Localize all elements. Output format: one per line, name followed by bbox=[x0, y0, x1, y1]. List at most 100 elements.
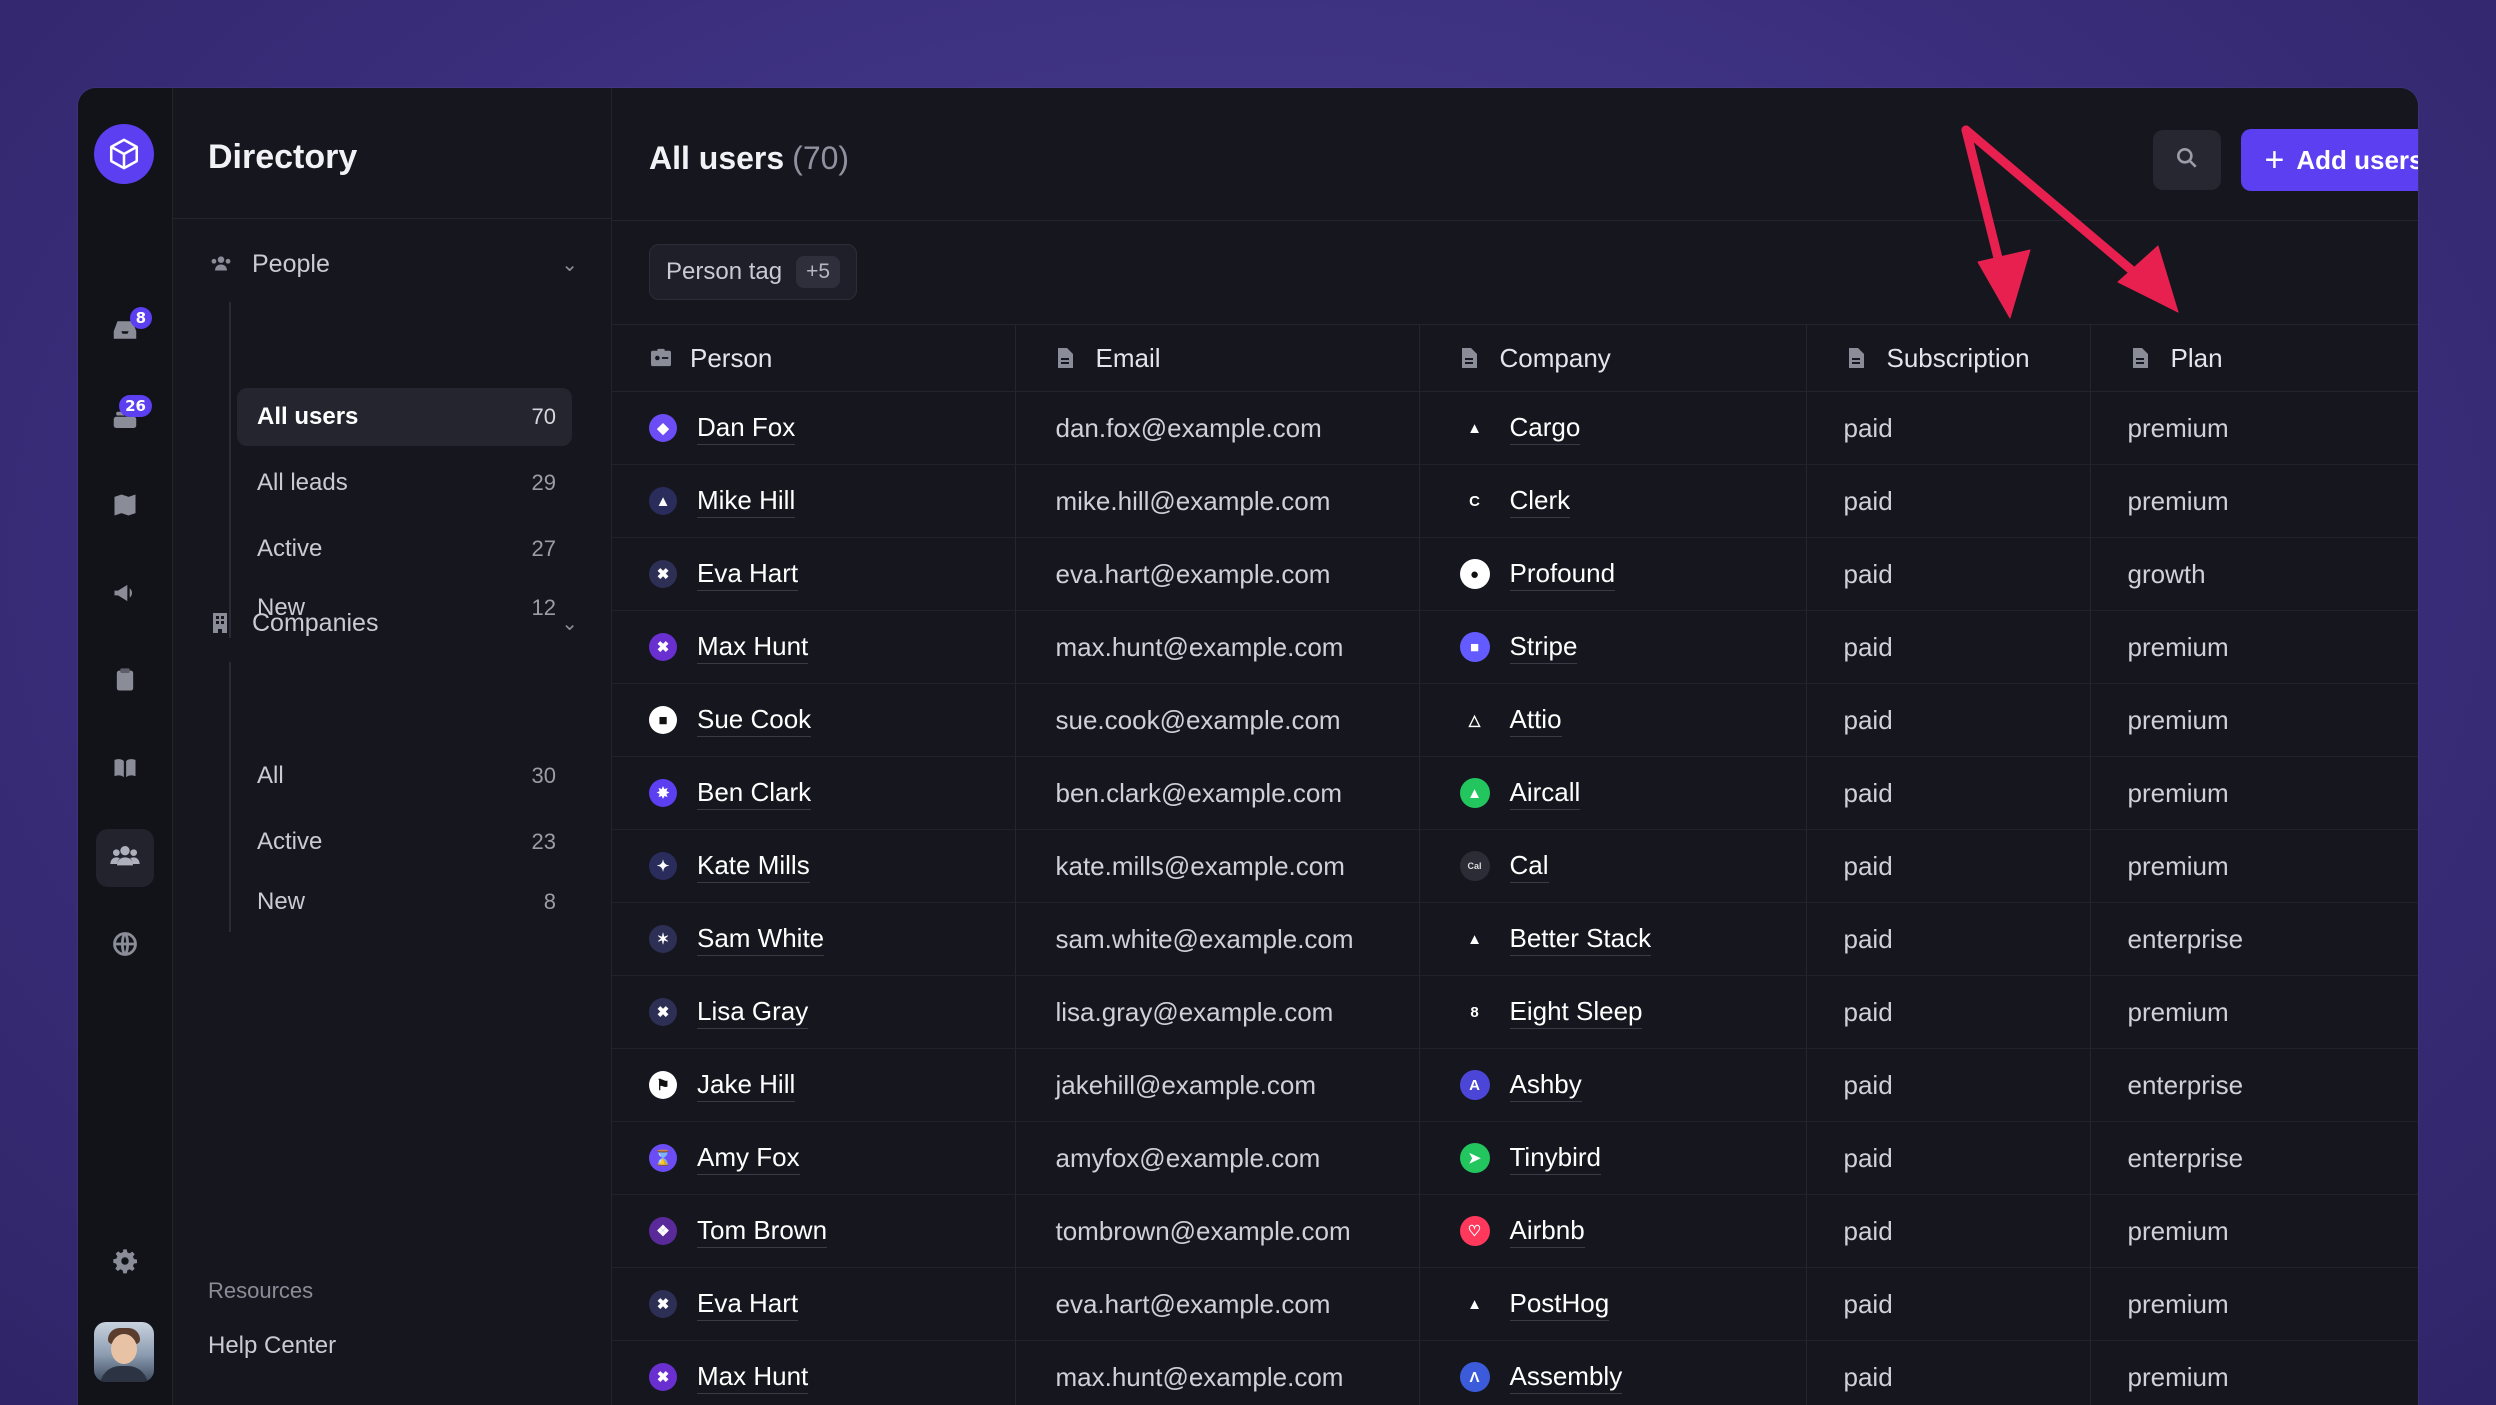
table-row[interactable]: ✖ Max Hunt max.hunt@example.com Λ Assembly pa… bbox=[612, 1340, 2418, 1405]
cell-company[interactable]: A Ashby bbox=[1419, 1048, 1807, 1122]
cell-person[interactable]: ▲ Mike Hill bbox=[612, 464, 1016, 538]
avatar[interactable] bbox=[94, 1322, 154, 1382]
chevron-down-icon[interactable]: ⌄ bbox=[561, 611, 578, 636]
cell-person[interactable]: ✖ Lisa Gray bbox=[612, 975, 1016, 1049]
campaigns-button[interactable] bbox=[96, 566, 154, 624]
people-group-header[interactable]: People ⌄ bbox=[208, 244, 588, 284]
table-row[interactable]: ❖ Tom Brown tombrown@example.com ♡ Airbnb pai… bbox=[612, 1194, 2418, 1268]
cell-company[interactable]: ➤ Tinybird bbox=[1419, 1121, 1807, 1195]
sidebar-item-all-leads[interactable]: All leads 29 bbox=[237, 454, 572, 512]
table-row[interactable]: ⚑ Jake Hill jakehill@example.com A Ashby paid… bbox=[612, 1048, 2418, 1122]
cell-subscription[interactable]: paid bbox=[1806, 902, 2091, 976]
sidebar-item-companies-all[interactable]: All 30 bbox=[237, 747, 572, 805]
cell-company[interactable]: C Clerk bbox=[1419, 464, 1807, 538]
table-row[interactable]: ✸ Ben Clark ben.clark@example.com ▲ Aircall p… bbox=[612, 756, 2418, 830]
cell-company[interactable]: △ Attio bbox=[1419, 683, 1807, 757]
cell-company[interactable]: ■ Stripe bbox=[1419, 610, 1807, 684]
cell-email[interactable]: eva.hart@example.com bbox=[1015, 537, 1420, 611]
sidebar-item-companies-new[interactable]: New 8 bbox=[237, 873, 572, 931]
table-row[interactable]: ✖ Max Hunt max.hunt@example.com ■ Stripe paid… bbox=[612, 610, 2418, 684]
help-center-link[interactable]: Help Center bbox=[208, 1332, 336, 1360]
users-button[interactable] bbox=[96, 829, 154, 887]
cell-email[interactable]: tombrown@example.com bbox=[1015, 1194, 1420, 1268]
cell-email[interactable]: jakehill@example.com bbox=[1015, 1048, 1420, 1122]
table-row[interactable]: ■ Sue Cook sue.cook@example.com △ Attio paid p… bbox=[612, 683, 2418, 757]
cube-logo-icon[interactable] bbox=[94, 124, 154, 184]
cell-company[interactable]: ♡ Airbnb bbox=[1419, 1194, 1807, 1268]
cell-plan[interactable]: premium bbox=[2090, 829, 2418, 903]
cell-company[interactable]: ● Profound bbox=[1419, 537, 1807, 611]
cell-subscription[interactable]: paid bbox=[1806, 1048, 2091, 1122]
cell-company[interactable]: ▲ Cargo bbox=[1419, 391, 1807, 465]
cell-person[interactable]: ◆ Dan Fox bbox=[612, 391, 1016, 465]
companies-group-header[interactable]: Companies ⌄ bbox=[208, 603, 588, 643]
cell-plan[interactable]: premium bbox=[2090, 975, 2418, 1049]
cell-subscription[interactable]: paid bbox=[1806, 537, 2091, 611]
sidebar-item-companies-active[interactable]: Active 23 bbox=[237, 813, 572, 871]
layers-button[interactable]: 26 bbox=[96, 391, 154, 449]
cell-person[interactable]: ■ Sue Cook bbox=[612, 683, 1016, 757]
cell-email[interactable]: eva.hart@example.com bbox=[1015, 1267, 1420, 1341]
cell-plan[interactable]: premium bbox=[2090, 1194, 2418, 1268]
cell-person[interactable]: ✦ Kate Mills bbox=[612, 829, 1016, 903]
table-row[interactable]: ✖ Eva Hart eva.hart@example.com ▲ PostHog pai… bbox=[612, 1267, 2418, 1341]
cell-company[interactable]: ▲ PostHog bbox=[1419, 1267, 1807, 1341]
cell-plan[interactable]: premium bbox=[2090, 610, 2418, 684]
add-users-button[interactable]: + Add users bbox=[2241, 129, 2418, 191]
cell-email[interactable]: ben.clark@example.com bbox=[1015, 756, 1420, 830]
cell-plan[interactable]: enterprise bbox=[2090, 1048, 2418, 1122]
cell-person[interactable]: ✖ Max Hunt bbox=[612, 1340, 1016, 1405]
cell-subscription[interactable]: paid bbox=[1806, 391, 2091, 465]
cell-email[interactable]: mike.hill@example.com bbox=[1015, 464, 1420, 538]
cell-person[interactable]: ✖ Eva Hart bbox=[612, 1267, 1016, 1341]
cell-company[interactable]: ▲ Aircall bbox=[1419, 756, 1807, 830]
cell-plan[interactable]: premium bbox=[2090, 464, 2418, 538]
cell-person[interactable]: ✶ Sam White bbox=[612, 902, 1016, 976]
cell-person[interactable]: ✖ Eva Hart bbox=[612, 537, 1016, 611]
cell-subscription[interactable]: paid bbox=[1806, 975, 2091, 1049]
cell-subscription[interactable]: paid bbox=[1806, 1267, 2091, 1341]
person-tag-filter[interactable]: Person tag +5 bbox=[649, 244, 858, 300]
column-header-person[interactable]: Person bbox=[612, 325, 1016, 392]
clipboard-button[interactable] bbox=[96, 653, 154, 711]
settings-button[interactable] bbox=[96, 1234, 154, 1292]
cell-plan[interactable]: growth bbox=[2090, 537, 2418, 611]
cell-subscription[interactable]: paid bbox=[1806, 1340, 2091, 1405]
cell-email[interactable]: dan.fox@example.com bbox=[1015, 391, 1420, 465]
cell-email[interactable]: max.hunt@example.com bbox=[1015, 1340, 1420, 1405]
sidebar-item-all-users[interactable]: All users 70 bbox=[237, 388, 572, 446]
table-row[interactable]: ✦ Kate Mills kate.mills@example.com Cal Cal p… bbox=[612, 829, 2418, 903]
table-row[interactable]: ◆ Dan Fox dan.fox@example.com ▲ Cargo paid pre… bbox=[612, 391, 2418, 465]
cell-plan[interactable]: premium bbox=[2090, 756, 2418, 830]
cell-email[interactable]: kate.mills@example.com bbox=[1015, 829, 1420, 903]
cell-plan[interactable]: premium bbox=[2090, 391, 2418, 465]
table-row[interactable]: ✖ Lisa Gray lisa.gray@example.com 8 Eight Sl… bbox=[612, 975, 2418, 1049]
cell-company[interactable]: 8 Eight Sleep bbox=[1419, 975, 1807, 1049]
column-header-email[interactable]: Email bbox=[1015, 325, 1420, 392]
cell-company[interactable]: Cal Cal bbox=[1419, 829, 1807, 903]
cell-plan[interactable]: premium bbox=[2090, 1340, 2418, 1405]
cell-person[interactable]: ⚑ Jake Hill bbox=[612, 1048, 1016, 1122]
cell-email[interactable]: lisa.gray@example.com bbox=[1015, 975, 1420, 1049]
cell-subscription[interactable]: paid bbox=[1806, 1194, 2091, 1268]
cell-company[interactable]: Λ Assembly bbox=[1419, 1340, 1807, 1405]
cell-subscription[interactable]: paid bbox=[1806, 610, 2091, 684]
cell-email[interactable]: max.hunt@example.com bbox=[1015, 610, 1420, 684]
cell-email[interactable]: sam.white@example.com bbox=[1015, 902, 1420, 976]
cell-plan[interactable]: premium bbox=[2090, 683, 2418, 757]
cell-subscription[interactable]: paid bbox=[1806, 464, 2091, 538]
cell-person[interactable]: ✖ Max Hunt bbox=[612, 610, 1016, 684]
cell-person[interactable]: ⌛ Amy Fox bbox=[612, 1121, 1016, 1195]
filter-more-badge[interactable]: +5 bbox=[796, 256, 841, 288]
cell-subscription[interactable]: paid bbox=[1806, 829, 2091, 903]
sidebar-item-active[interactable]: Active 27 bbox=[237, 520, 572, 578]
cell-subscription[interactable]: paid bbox=[1806, 683, 2091, 757]
table-row[interactable]: ✶ Sam White sam.white@example.com ▲ Better S… bbox=[612, 902, 2418, 976]
search-button[interactable] bbox=[2153, 130, 2221, 190]
cell-person[interactable]: ❖ Tom Brown bbox=[612, 1194, 1016, 1268]
cell-plan[interactable]: enterprise bbox=[2090, 902, 2418, 976]
column-header-plan[interactable]: Plan bbox=[2090, 325, 2418, 392]
cell-plan[interactable]: enterprise bbox=[2090, 1121, 2418, 1195]
cell-plan[interactable]: premium bbox=[2090, 1267, 2418, 1341]
column-header-subscription[interactable]: Subscription bbox=[1806, 325, 2091, 392]
